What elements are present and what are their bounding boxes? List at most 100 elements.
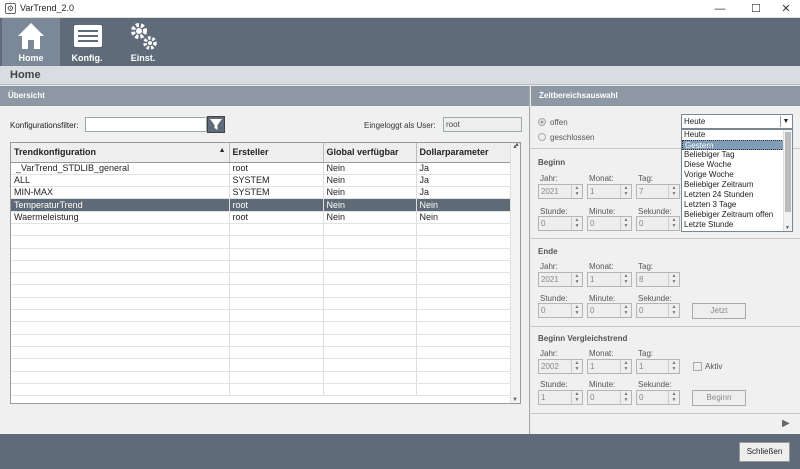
- dropdown-option[interactable]: Letzten 3 Tage: [682, 200, 792, 210]
- now-button[interactable]: Jetzt: [692, 303, 746, 319]
- spinner-arrows-icon[interactable]: ▲ ▼: [668, 304, 679, 317]
- table-row[interactable]: [11, 297, 520, 311]
- begin-day-spinner[interactable]: 7 ▲ ▼: [636, 184, 680, 199]
- begin-second-spinner[interactable]: 0 ▲ ▼: [636, 216, 680, 231]
- end-hour-spinner[interactable]: 0 ▲ ▼: [538, 303, 583, 318]
- spinner-arrows-icon[interactable]: ▲ ▼: [620, 217, 631, 230]
- end-month-spinner[interactable]: 1 ▲ ▼: [587, 272, 632, 287]
- compare-second-spinner[interactable]: 0 ▲ ▼: [636, 390, 680, 405]
- dropdown-scroll-thumb[interactable]: [785, 132, 791, 212]
- config-button[interactable]: Konfig.: [58, 18, 116, 66]
- table-cell: MIN-MAX: [11, 186, 230, 200]
- table-row[interactable]: [11, 321, 520, 335]
- spinner-arrows-icon[interactable]: ▲ ▼: [571, 304, 582, 317]
- table-row[interactable]: [11, 223, 520, 237]
- table-row[interactable]: [11, 235, 520, 249]
- spinner-arrows-icon[interactable]: ▲ ▼: [668, 185, 679, 198]
- table-cell: [229, 297, 324, 311]
- home-button[interactable]: Home: [2, 18, 60, 66]
- end-second-spinner[interactable]: 0 ▲ ▼: [636, 303, 680, 318]
- radio-open[interactable]: [538, 118, 546, 126]
- filter-input[interactable]: [85, 117, 207, 132]
- table-row[interactable]: [11, 284, 520, 298]
- table-cell: [229, 309, 324, 323]
- compare-day-spinner[interactable]: 1 ▲ ▼: [636, 359, 680, 374]
- spinner-arrows-icon[interactable]: ▲ ▼: [571, 273, 582, 286]
- filter-button[interactable]: [207, 116, 225, 133]
- settings-button[interactable]: Einst.: [114, 18, 172, 66]
- chevron-down-icon[interactable]: ▼: [780, 116, 791, 127]
- table-row[interactable]: [11, 334, 520, 347]
- spinner-arrows-icon[interactable]: ▲ ▼: [620, 360, 631, 373]
- dropdown-option[interactable]: Beliebiger Zeitraum: [682, 180, 792, 190]
- compare-begin-button[interactable]: Beginn: [692, 390, 746, 406]
- dropdown-option[interactable]: Diese Woche: [682, 160, 792, 170]
- table-row[interactable]: MIN-MAX SYSTEM Nein Ja: [11, 186, 520, 200]
- dropdown-scrollbar[interactable]: ▼: [783, 130, 792, 231]
- table-cell: [229, 371, 324, 384]
- compare-hour-spinner[interactable]: 1 ▲ ▼: [538, 390, 583, 405]
- spinner-arrows-icon[interactable]: ▲ ▼: [571, 360, 582, 373]
- column-header-trendkonfiguration[interactable]: Trendkonfiguration ▲: [11, 143, 230, 163]
- table-row[interactable]: [11, 358, 520, 372]
- end-year-spinner[interactable]: 2021 ▲ ▼: [538, 272, 583, 287]
- table-row[interactable]: [11, 371, 520, 384]
- spinner-arrows-icon[interactable]: ▲ ▼: [620, 185, 631, 198]
- timerange-select[interactable]: Heute ▼: [681, 114, 793, 129]
- table-row[interactable]: Waermeleistung root Nein Nein: [11, 211, 520, 224]
- spinner-arrows-icon[interactable]: ▲ ▼: [571, 185, 582, 198]
- close-window-button[interactable]: ✕: [770, 0, 800, 18]
- spinner-arrows-icon[interactable]: ▲ ▼: [620, 304, 631, 317]
- spinner-arrows-icon[interactable]: ▲ ▼: [668, 217, 679, 230]
- panel-scroll-up-icon[interactable]: ▲: [514, 142, 524, 150]
- table-row[interactable]: [11, 346, 520, 360]
- spinner-arrows-icon[interactable]: ▲ ▼: [571, 391, 582, 404]
- begin-hour-spinner[interactable]: 0 ▲ ▼: [538, 216, 583, 231]
- spinner-arrows-icon[interactable]: ▲ ▼: [668, 273, 679, 286]
- compare-year-spinner[interactable]: 2002 ▲ ▼: [538, 359, 583, 374]
- table-scrollbar[interactable]: ▲ ▼: [510, 144, 520, 403]
- scroll-down-icon[interactable]: ▼: [512, 397, 518, 403]
- dropdown-option[interactable]: Vorige Woche: [682, 170, 792, 180]
- window-title: VarTrend_2.0: [20, 3, 75, 13]
- dropdown-option[interactable]: Gestern: [682, 140, 792, 150]
- spinner-arrows-icon[interactable]: ▲ ▼: [620, 391, 631, 404]
- end-minute-spinner[interactable]: 0 ▲ ▼: [587, 303, 632, 318]
- dropdown-scroll-down-icon[interactable]: ▼: [785, 225, 790, 231]
- dropdown-option[interactable]: Letzten 24 Stunden: [682, 190, 792, 200]
- table-row[interactable]: [11, 248, 520, 261]
- dropdown-option[interactable]: Beliebiger Tag: [682, 150, 792, 160]
- dropdown-option[interactable]: Heute: [682, 130, 792, 140]
- spinner-arrows-icon[interactable]: ▲ ▼: [668, 360, 679, 373]
- begin-year-spinner[interactable]: 2021 ▲ ▼: [538, 184, 583, 199]
- dropdown-option[interactable]: Letzte Stunde: [682, 220, 792, 230]
- table-cell: [323, 284, 417, 298]
- compare-minute-spinner[interactable]: 0 ▲ ▼: [587, 390, 632, 405]
- maximize-button[interactable]: ☐: [740, 0, 772, 18]
- minimize-button[interactable]: —: [704, 0, 736, 18]
- table-cell: [416, 272, 520, 286]
- table-row[interactable]: [11, 383, 520, 397]
- column-header-ersteller[interactable]: Ersteller: [229, 143, 324, 163]
- begin-minute-spinner[interactable]: 0 ▲ ▼: [587, 216, 632, 231]
- spinner-arrows-icon[interactable]: ▲ ▼: [571, 217, 582, 230]
- spinner-arrows-icon[interactable]: ▲ ▼: [668, 391, 679, 404]
- active-checkbox[interactable]: [693, 362, 702, 371]
- play-arrow-icon[interactable]: ▶: [782, 418, 790, 429]
- compare-month-spinner[interactable]: 1 ▲ ▼: [587, 359, 632, 374]
- table-row[interactable]: ALL SYSTEM Nein Ja: [11, 174, 520, 188]
- end-minute-label: Minute:: [589, 294, 616, 303]
- table-row[interactable]: _VarTrend_STDLIB_general root Nein Ja: [11, 162, 520, 175]
- table-row[interactable]: [11, 309, 520, 323]
- table-row[interactable]: TemperaturTrend root Nein Nein: [11, 198, 520, 212]
- table-row[interactable]: [11, 272, 520, 286]
- end-day-spinner[interactable]: 8 ▲ ▼: [636, 272, 680, 287]
- column-header-dollarparameter[interactable]: Dollarparameter: [416, 143, 520, 163]
- spinner-arrows-icon[interactable]: ▲ ▼: [620, 273, 631, 286]
- close-button[interactable]: Schließen: [739, 442, 790, 462]
- radio-closed[interactable]: [538, 133, 546, 141]
- dropdown-option[interactable]: Beliebiger Zeitraum offen: [682, 210, 792, 220]
- begin-month-spinner[interactable]: 1 ▲ ▼: [587, 184, 632, 199]
- table-row[interactable]: [11, 260, 520, 274]
- column-header-global[interactable]: Global verfügbar: [323, 143, 417, 163]
